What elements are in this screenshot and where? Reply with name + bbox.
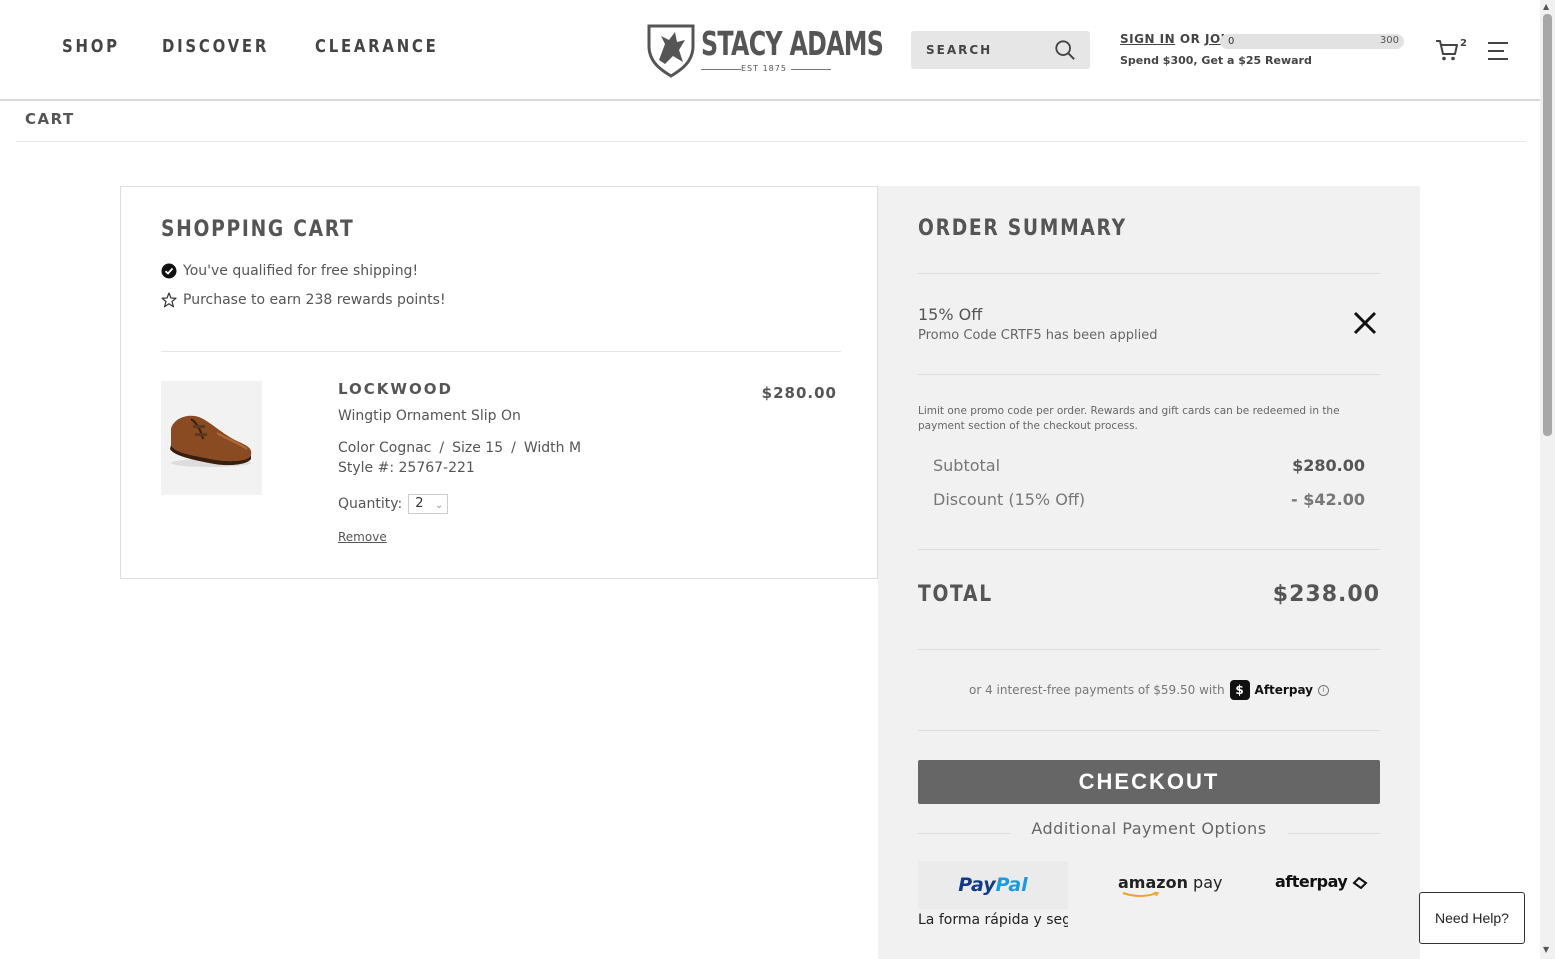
- logo-rule-right: [791, 69, 831, 70]
- logo-rule-left: [701, 69, 741, 70]
- afterpay-installments: or 4 interest-free payments of $59.50 wi…: [918, 680, 1380, 700]
- quantity-value: 2: [415, 496, 424, 511]
- summary-divider: [918, 374, 1380, 375]
- remove-item-link[interactable]: Remove: [338, 530, 387, 544]
- subtotal-value: $280.00: [1292, 456, 1365, 475]
- breadcrumb: CART: [25, 110, 75, 128]
- cart-divider: [161, 351, 841, 352]
- product-color: Color Cognac: [338, 440, 432, 456]
- summary-divider: [918, 273, 1380, 274]
- product-style: Style #: 25767-221: [338, 460, 475, 476]
- shoe-image: [170, 415, 252, 467]
- subtotal-label: Subtotal: [933, 456, 1001, 475]
- reward-progress-bar: 0 300: [1220, 34, 1404, 49]
- paypal-tagline: La forma rápida y seg: [918, 912, 1068, 928]
- afterpay-logo-text: afterpay: [1275, 872, 1348, 891]
- paypal-button[interactable]: Pay Pal: [918, 861, 1068, 909]
- summary-divider: [918, 730, 1380, 731]
- shopping-cart-panel: SHOPPING CART You've qualified for free …: [120, 186, 878, 579]
- afterpay-badge-icon: $: [1229, 680, 1250, 700]
- checkout-button[interactable]: CHECKOUT: [918, 760, 1380, 804]
- quantity-label: Quantity:: [338, 496, 403, 512]
- free-shipping-text: You've qualified for free shipping!: [183, 263, 419, 279]
- crest-icon: [647, 24, 695, 78]
- logo-est: EST 1875: [741, 64, 787, 73]
- product-subtitle: Wingtip Ornament Slip On: [338, 408, 521, 424]
- promo-title: 15% Off: [918, 305, 983, 324]
- attr-separator: /: [439, 440, 445, 456]
- paypal-logo-part1: Pay: [958, 874, 996, 896]
- product-price: $280.00: [761, 384, 837, 402]
- discount-label: Discount (15% Off): [933, 490, 1086, 509]
- info-icon[interactable]: i: [1318, 684, 1329, 696]
- promo-limit-note: Limit one promo code per order. Rewards …: [918, 405, 1340, 432]
- check-circle-icon: [161, 263, 177, 279]
- account-area: SIGN IN OR JOIN Spend $300, Get a $25 Re…: [1120, 32, 1312, 67]
- promo-applied-text: Promo Code CRTF5 has been applied: [918, 328, 1158, 343]
- main-nav: SHOP DISCOVER CLEARANCE: [62, 36, 450, 57]
- paypal-logo-part2: Pal: [995, 874, 1028, 896]
- cart-title: SHOPPING CART: [161, 217, 355, 242]
- discount-value: - $42.00: [1291, 490, 1365, 509]
- sign-in-link[interactable]: SIGN IN: [1120, 32, 1175, 46]
- product-width: Width M: [523, 440, 582, 456]
- product-name[interactable]: LOCKWOOD: [338, 380, 453, 398]
- scroll-down-icon[interactable]: ▼: [1543, 945, 1549, 954]
- chevron-down-icon: ⌄: [434, 500, 444, 511]
- hamburger-menu-icon[interactable]: [1487, 40, 1509, 62]
- quantity-row: Quantity: 2 ⌄: [338, 494, 449, 514]
- scroll-up-icon[interactable]: ▲: [1543, 2, 1549, 11]
- afterpay-text: or 4 interest-free payments of $59.50 wi…: [969, 683, 1225, 697]
- need-help-button[interactable]: Need Help?: [1419, 892, 1525, 944]
- total-label: TOTAL: [918, 582, 993, 607]
- payment-options-rule-right: [1288, 833, 1380, 834]
- summary-divider: [918, 649, 1380, 650]
- account-links: SIGN IN OR JOIN: [1120, 32, 1236, 46]
- nav-shop[interactable]: SHOP: [62, 36, 120, 57]
- progress-max: 300: [1379, 35, 1399, 46]
- afterpay-arrows-icon: [1352, 876, 1368, 889]
- afterpay-brand: Afterpay: [1254, 683, 1313, 697]
- reward-message: Spend $300, Get a $25 Reward: [1120, 54, 1312, 67]
- star-icon: [161, 292, 177, 308]
- logo-wordmark: STACY ADAMS: [701, 24, 884, 63]
- close-icon[interactable]: [1352, 310, 1378, 336]
- free-shipping-notice: You've qualified for free shipping!: [161, 263, 418, 279]
- cart-count-badge: 2: [1460, 38, 1467, 49]
- summary-divider: [918, 549, 1380, 550]
- amazon-logo-text: amazon: [1118, 873, 1188, 892]
- total-value: $238.00: [1272, 582, 1380, 607]
- site-header: SHOP DISCOVER CLEARANCE STACY ADAMS EST …: [0, 0, 1540, 101]
- search-icon[interactable]: [1054, 39, 1076, 61]
- afterpay-button[interactable]: afterpay: [1275, 872, 1368, 891]
- progress-min: 0: [1228, 36, 1235, 47]
- amazon-smile-icon: [1122, 892, 1160, 897]
- product-image[interactable]: [161, 381, 262, 495]
- product-size: Size 15: [452, 440, 504, 456]
- scrollbar-thumb[interactable]: [1543, 14, 1552, 436]
- quantity-select[interactable]: 2 ⌄: [408, 494, 449, 514]
- nav-discover[interactable]: DISCOVER: [162, 36, 269, 57]
- attr-separator: /: [511, 440, 516, 456]
- order-summary-panel: ORDER SUMMARY 15% Off Promo Code CRTF5 h…: [878, 186, 1420, 959]
- cart-icon[interactable]: [1435, 38, 1459, 62]
- additional-payment-heading: Additional Payment Options: [1031, 819, 1267, 838]
- page-scrollbar[interactable]: ▲ ▼: [1540, 0, 1555, 959]
- search-input[interactable]: SEARCH: [926, 43, 992, 57]
- amazon-pay-text: pay: [1187, 873, 1223, 892]
- rewards-text: Purchase to earn 238 rewards points!: [183, 292, 446, 308]
- nav-clearance[interactable]: CLEARANCE: [315, 36, 439, 57]
- account-or: OR: [1179, 32, 1201, 46]
- brand-logo[interactable]: STACY ADAMS EST 1875: [643, 22, 884, 78]
- summary-title: ORDER SUMMARY: [918, 216, 1127, 241]
- rewards-notice: Purchase to earn 238 rewards points!: [161, 292, 446, 308]
- search-box[interactable]: SEARCH: [911, 31, 1090, 69]
- product-attributes: Color Cognac / Size 15 / Width M: [338, 440, 581, 456]
- discount-row: Discount (15% Off) - $42.00: [933, 490, 1365, 509]
- breadcrumb-divider: [16, 141, 1526, 142]
- subtotal-row: Subtotal $280.00: [933, 456, 1365, 475]
- amazon-pay-button[interactable]: amazon pay: [1118, 873, 1222, 892]
